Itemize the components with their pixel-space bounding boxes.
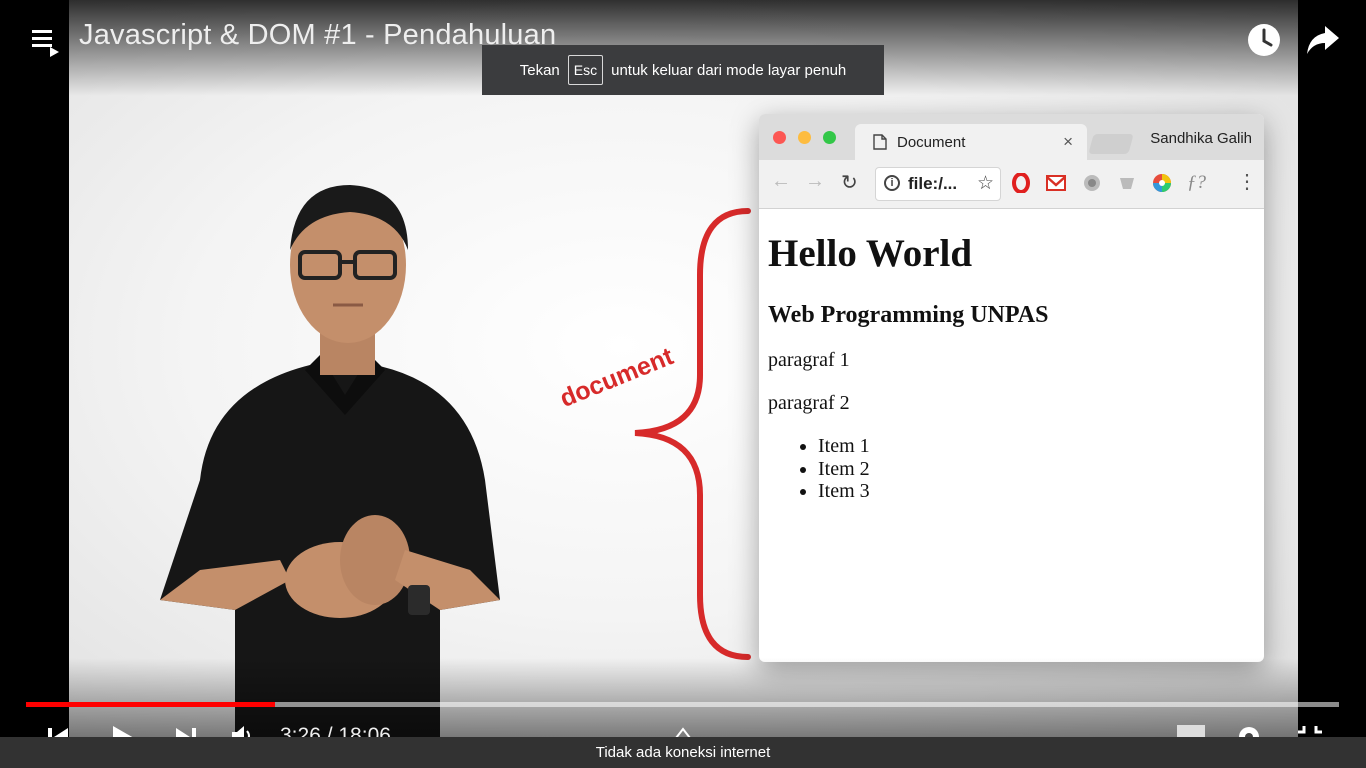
list-item: Item 2	[818, 458, 1254, 481]
document-icon	[873, 134, 887, 150]
paragraph: paragraf 2	[768, 392, 850, 414]
progress-bar[interactable]	[26, 702, 1339, 707]
item-list: Item 1 Item 2 Item 3	[768, 435, 1254, 503]
browser-mockup: Document × Sandhika Galih ← → ↻ i file:/…	[759, 114, 1264, 662]
star-icon[interactable]: ☆	[977, 172, 994, 195]
watch-later-icon[interactable]	[1246, 22, 1282, 58]
esc-key: Esc	[567, 55, 604, 85]
fx-extension-icon[interactable]: ƒ?	[1187, 172, 1206, 194]
tab-title: Document	[897, 133, 966, 151]
info-icon[interactable]: i	[884, 175, 900, 191]
extension-icon[interactable]	[1117, 173, 1137, 193]
menu-icon[interactable]: ⋮	[1237, 169, 1257, 194]
playlist-icon[interactable]	[30, 27, 62, 57]
profile-name: Sandhika Galih	[1150, 130, 1252, 147]
color-picker-extension-icon[interactable]	[1152, 173, 1172, 193]
share-icon[interactable]	[1305, 24, 1341, 56]
paragraph: paragraf 1	[768, 349, 850, 371]
opera-extension-icon[interactable]	[1011, 173, 1031, 193]
fullscreen-notice: Tekan Esc untuk keluar dari mode layar p…	[482, 45, 884, 95]
browser-page-content: Hello World Web Programming UNPAS paragr…	[759, 209, 1264, 503]
address-text: file:/...	[908, 174, 958, 193]
address-bar[interactable]: i file:/... ☆	[875, 167, 1001, 201]
curly-brace	[634, 208, 751, 660]
offline-notification: Tidak ada koneksi internet	[0, 737, 1366, 768]
page-heading: Hello World	[768, 232, 973, 275]
new-tab-button[interactable]	[1088, 134, 1134, 154]
forward-icon[interactable]: →	[805, 170, 825, 193]
presenter-figure	[160, 185, 500, 740]
back-icon[interactable]: ←	[771, 170, 791, 193]
close-light-icon	[773, 131, 786, 144]
notice-text-after: untuk keluar dari mode layar penuh	[611, 61, 847, 79]
maximize-light-icon	[823, 131, 836, 144]
minimize-light-icon	[798, 131, 811, 144]
gmail-extension-icon[interactable]	[1046, 173, 1066, 193]
page-subheading: Web Programming UNPAS	[768, 302, 1049, 328]
extension-icon[interactable]	[1082, 173, 1102, 193]
tab-close-icon[interactable]: ×	[1063, 132, 1073, 152]
list-item: Item 3	[818, 480, 1254, 503]
browser-toolbar: ← → ↻ i file:/... ☆ ƒ? ⋮	[759, 160, 1264, 209]
reload-icon[interactable]: ↻	[841, 170, 858, 195]
browser-tab[interactable]: Document ×	[855, 124, 1087, 160]
list-item: Item 1	[818, 435, 1254, 458]
progress-played	[26, 702, 276, 707]
video-frame[interactable]: document Document × Sandhika Galih ← → ↻	[69, 0, 1298, 768]
notice-text-before: Tekan	[519, 61, 560, 79]
browser-titlebar: Document × Sandhika Galih	[759, 114, 1264, 160]
offline-message: Tidak ada koneksi internet	[595, 744, 771, 761]
